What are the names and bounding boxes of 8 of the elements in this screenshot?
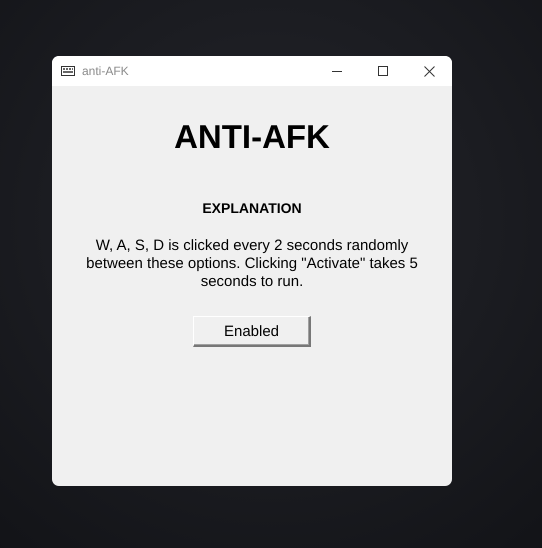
close-icon: [424, 66, 434, 76]
maximize-icon: [378, 66, 388, 76]
window-title: anti-AFK: [82, 64, 129, 78]
section-heading: EXPLANATION: [202, 199, 302, 217]
explanation-text: W, A, S, D is clicked every 2 seconds randomly between these options. Clicking "Activate" takes 5 seconds to run.: [85, 237, 419, 291]
enabled-button[interactable]: Enabled: [193, 316, 311, 347]
app-heading: ANTI-AFK: [174, 117, 330, 157]
app-icon: [61, 66, 75, 76]
